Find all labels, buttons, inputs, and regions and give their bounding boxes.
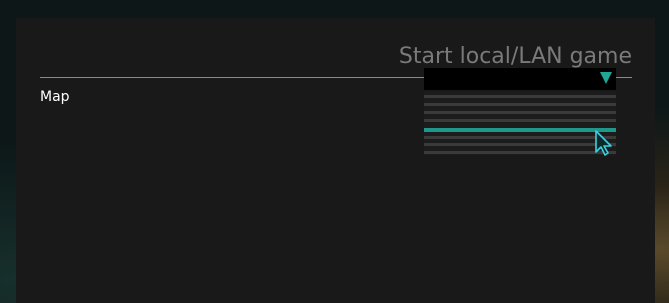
map-option[interactable] [424, 103, 616, 106]
triangle-down-icon[interactable] [600, 72, 612, 84]
map-option[interactable] [424, 143, 616, 146]
dialog-title: Start local/LAN game [398, 44, 632, 69]
map-option[interactable] [424, 111, 616, 114]
map-label: Map [40, 89, 70, 105]
map-dropdown-list [424, 92, 616, 155]
map-option[interactable] [424, 136, 616, 139]
map-option-highlighted[interactable] [424, 128, 616, 132]
map-dropdown[interactable] [424, 68, 616, 90]
mouse-pointer-icon [595, 130, 612, 156]
map-option[interactable] [424, 151, 616, 154]
map-option[interactable] [424, 95, 616, 98]
start-game-dialog: Start local/LAN game Map [16, 18, 655, 303]
map-option[interactable] [424, 119, 616, 122]
